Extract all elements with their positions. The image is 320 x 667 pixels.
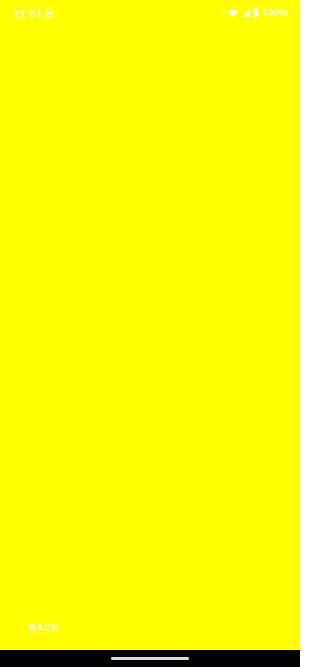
main-content (0, 26, 300, 650)
back-button[interactable]: BACK (18, 616, 70, 640)
home-indicator[interactable] (111, 657, 189, 660)
navigation-bar (0, 650, 300, 667)
alarm-dot-icon (220, 8, 225, 18)
battery-percent: 100% (262, 7, 288, 19)
battery-icon (253, 8, 259, 18)
status-icons: 100% (220, 7, 288, 19)
cell-signal-icon (241, 8, 251, 18)
wifi-icon (227, 8, 239, 18)
app-screen: 21:51 100% BACK (0, 0, 300, 667)
sim-card-icon (45, 8, 53, 18)
status-bar: 21:51 100% (0, 0, 300, 26)
status-time: 21:51 (14, 8, 42, 20)
